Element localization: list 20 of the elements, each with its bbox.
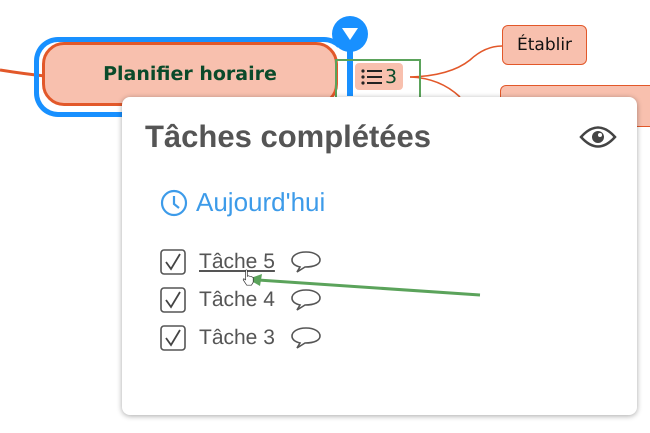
clock-icon [160, 188, 188, 216]
eye-icon[interactable] [579, 124, 617, 150]
comment-icon[interactable] [290, 326, 321, 350]
comment-icon[interactable] [290, 250, 321, 274]
list-icon [361, 68, 383, 84]
checkbox[interactable] [160, 248, 186, 274]
task-label[interactable]: Tâche 3 [199, 326, 275, 350]
topic-node[interactable]: Établir [502, 25, 588, 65]
comment-icon[interactable] [290, 288, 321, 312]
task-count-badge[interactable]: 3 [355, 63, 404, 90]
task-label[interactable]: Tâche 4 [199, 288, 275, 312]
popup-title: Tâches complétées [145, 119, 432, 155]
checkbox[interactable] [160, 324, 186, 350]
task-label[interactable]: Tâche 5 [199, 250, 275, 274]
node-title: Planifier horaire [103, 63, 277, 85]
hand-cursor-icon [242, 269, 255, 286]
task-count: 3 [385, 66, 398, 88]
section-title: Aujourd'hui [196, 187, 326, 218]
collapse-button[interactable] [331, 15, 369, 53]
checkbox[interactable] [160, 286, 186, 312]
